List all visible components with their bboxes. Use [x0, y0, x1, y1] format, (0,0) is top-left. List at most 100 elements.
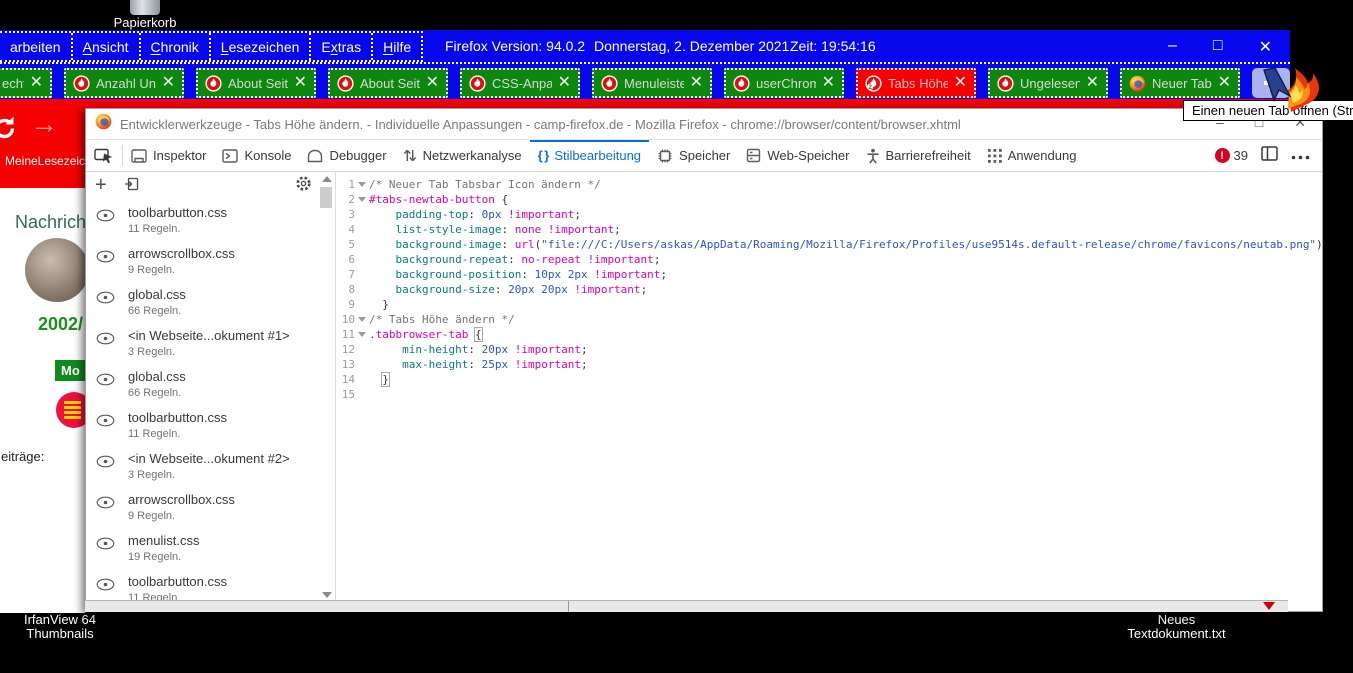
stylesheet-list-item[interactable]: arrowscrollbox.css9 Regeln.	[86, 243, 318, 284]
code-line[interactable]: 14 }	[336, 372, 1322, 387]
tab-close-icon[interactable]: ✕	[162, 75, 175, 91]
css-code-editor[interactable]: 1/* Neuer Tab Tabsbar Icon ändern */2#ta…	[336, 172, 1322, 600]
reload-icon[interactable]	[0, 115, 18, 142]
tab-close-icon[interactable]: ✕	[1218, 75, 1231, 91]
split-console-icon[interactable]	[1261, 146, 1278, 166]
stylesheet-list-item[interactable]: menulist.css19 Regeln.	[86, 530, 318, 571]
tab-close-icon[interactable]: ✕	[30, 75, 43, 91]
browser-tab[interactable]: userChrome✕	[724, 68, 844, 98]
desktop-icon-textfile[interactable]: Neues Textdokument.txt	[1094, 613, 1259, 642]
browser-tab[interactable]: Ungelesene l✕	[988, 68, 1108, 98]
pick-element-button[interactable]	[86, 140, 122, 171]
year-link[interactable]: 2002/	[38, 314, 83, 335]
code-line[interactable]: 15	[336, 387, 1322, 402]
code-line[interactable]: 13 max-height: 25px !important;	[336, 357, 1322, 372]
stylesheet-list-item[interactable]: toolbarbutton.css11 Regeln.	[86, 407, 318, 448]
code-line[interactable]: 3 padding-top: 0px !important;	[336, 207, 1322, 222]
stylesheet-list-item[interactable]: arrowscrollbox.css9 Regeln.	[86, 489, 318, 530]
browser-tab[interactable]: Menuleiste✕	[592, 68, 712, 98]
stylesheet-list-item[interactable]: <in Webseite...okument #1>3 Regeln.	[86, 325, 318, 366]
stylesheet-list-item[interactable]: toolbarbutton.css11 Regeln.	[86, 202, 318, 243]
code-line[interactable]: 6 background-repeat: no-repeat !importan…	[336, 252, 1322, 267]
eye-icon[interactable]	[96, 578, 115, 600]
browser-tab[interactable]: echts-✕	[0, 68, 52, 98]
browser-tab[interactable]: CSS-Anpassu✕	[460, 68, 580, 98]
browser-tab[interactable]: 2Tabs Höhe ä✕	[856, 68, 976, 98]
desktop-icon-trash[interactable]: Papierkorb	[103, 0, 187, 30]
scrollbar-thumb[interactable]	[320, 187, 332, 208]
devtools-tab-web-speicher[interactable]: Web-Speicher	[738, 140, 857, 171]
new-stylesheet-button[interactable]: +	[95, 175, 107, 195]
eye-icon[interactable]	[96, 537, 115, 571]
devtools-tab-speicher[interactable]: Speicher	[649, 140, 738, 171]
stylesheet-list-item[interactable]: toolbarbutton.css11 Regeln.	[86, 571, 318, 600]
fold-arrow-icon[interactable]	[355, 192, 369, 207]
tab-close-icon[interactable]: ✕	[954, 75, 967, 91]
devtools-titlebar[interactable]: Entwicklerwerkzeuge - Tabs Höhe ändern. …	[86, 109, 1322, 139]
tab-close-icon[interactable]: ✕	[294, 75, 307, 91]
desktop-icon-irfanview[interactable]: IrfanView 64 Thumbnails	[6, 613, 114, 642]
devtools-tab-barrierefreiheit[interactable]: Barrierefreiheit	[858, 140, 979, 171]
menu-item[interactable]: Extras	[311, 33, 373, 60]
menu-item[interactable]: Chronik	[141, 33, 211, 60]
tab-close-icon[interactable]: ✕	[426, 75, 439, 91]
menu-item[interactable]: Lesezeichen	[211, 33, 312, 60]
new-tab-button[interactable]	[1252, 68, 1290, 98]
code-line[interactable]: 9 }	[336, 297, 1322, 312]
meatball-menu-icon[interactable]	[1291, 147, 1310, 165]
sidebar-scrollbar[interactable]	[319, 172, 334, 600]
menu-item[interactable]: arbeiten	[0, 33, 73, 60]
eye-icon[interactable]	[96, 414, 115, 448]
code-line[interactable]: 7 background-position: 10px 2px !importa…	[336, 267, 1322, 282]
eye-icon[interactable]	[96, 455, 115, 489]
code-line[interactable]: 4 list-style-image: none !important;	[336, 222, 1322, 237]
stylesheet-list-item[interactable]: <in Webseite...okument #2>3 Regeln.	[86, 448, 318, 489]
browser-tab[interactable]: About Seiten✕	[196, 68, 316, 98]
scroll-up-icon[interactable]	[322, 176, 332, 182]
devtools-tab-inspektor[interactable]: Inspektor	[123, 140, 214, 171]
menu-item[interactable]: Hilfe	[373, 33, 421, 60]
maximize-icon[interactable]: □	[1213, 37, 1223, 57]
devtools-tab-netzwerkanalyse[interactable]: Netzwerkanalyse	[395, 140, 530, 171]
eye-icon[interactable]	[96, 496, 115, 530]
close-icon[interactable]: ✕	[1259, 37, 1272, 57]
browser-tab[interactable]: Neuer Tab✕	[1120, 68, 1240, 98]
eye-icon[interactable]	[96, 291, 115, 325]
tab-close-icon[interactable]: ✕	[690, 75, 703, 91]
import-stylesheet-icon[interactable]	[124, 176, 140, 197]
devtools-tab-stilbearbeitung[interactable]: { }Stilbearbeitung	[530, 140, 649, 171]
code-line[interactable]: 1/* Neuer Tab Tabsbar Icon ändern */	[336, 177, 1322, 192]
menu-circle-icon[interactable]	[56, 392, 85, 428]
fold-arrow-icon[interactable]	[355, 312, 369, 327]
code-line[interactable]: 2#tabs-newtab-button {	[336, 192, 1322, 207]
browser-tab[interactable]: Anzahl Unte✕	[64, 68, 184, 98]
eye-icon[interactable]	[96, 332, 115, 366]
code-line[interactable]: 8 background-size: 20px 20px !important;	[336, 282, 1322, 297]
scroll-down-icon[interactable]	[322, 592, 332, 598]
tab-close-icon[interactable]: ✕	[558, 75, 571, 91]
stylesheet-list-item[interactable]: global.css66 Regeln.	[86, 366, 318, 407]
fold-arrow-icon[interactable]	[355, 327, 369, 342]
stylesheet-rule-count: 66 Regeln.	[128, 387, 186, 399]
code-line[interactable]: 5 background-image: url("file:///C:/User…	[336, 237, 1322, 252]
code-line[interactable]: 10/* Tabs Höhe ändern */	[336, 312, 1322, 327]
fold-arrow-icon[interactable]	[355, 177, 369, 192]
devtools-tab-debugger[interactable]: Debugger	[299, 140, 394, 171]
tab-close-icon[interactable]: ✕	[822, 75, 835, 91]
code-line[interactable]: 11.tabbrowser-tab {	[336, 327, 1322, 342]
code-line[interactable]: 12 min-height: 20px !important;	[336, 342, 1322, 357]
devtools-tab-konsole[interactable]: Konsole	[214, 140, 299, 171]
tab-close-icon[interactable]: ✕	[1086, 75, 1099, 91]
browser-tab[interactable]: About Seiten✕	[328, 68, 448, 98]
eye-icon[interactable]	[96, 250, 115, 284]
stylesheet-list-item[interactable]: global.css66 Regeln.	[86, 284, 318, 325]
eye-icon[interactable]	[96, 373, 115, 407]
month-badge[interactable]: Mo	[55, 360, 85, 381]
minimize-icon[interactable]: –	[1168, 37, 1177, 57]
error-count-badge[interactable]: ! 39	[1215, 148, 1248, 163]
devtools-tab-anwendung[interactable]: Anwendung	[979, 140, 1085, 171]
forward-icon[interactable]: →	[30, 108, 58, 140]
bookmark-item[interactable]: MeineLesezeic	[1, 154, 85, 168]
menu-item[interactable]: Ansicht	[73, 33, 141, 60]
eye-icon[interactable]	[96, 209, 115, 243]
